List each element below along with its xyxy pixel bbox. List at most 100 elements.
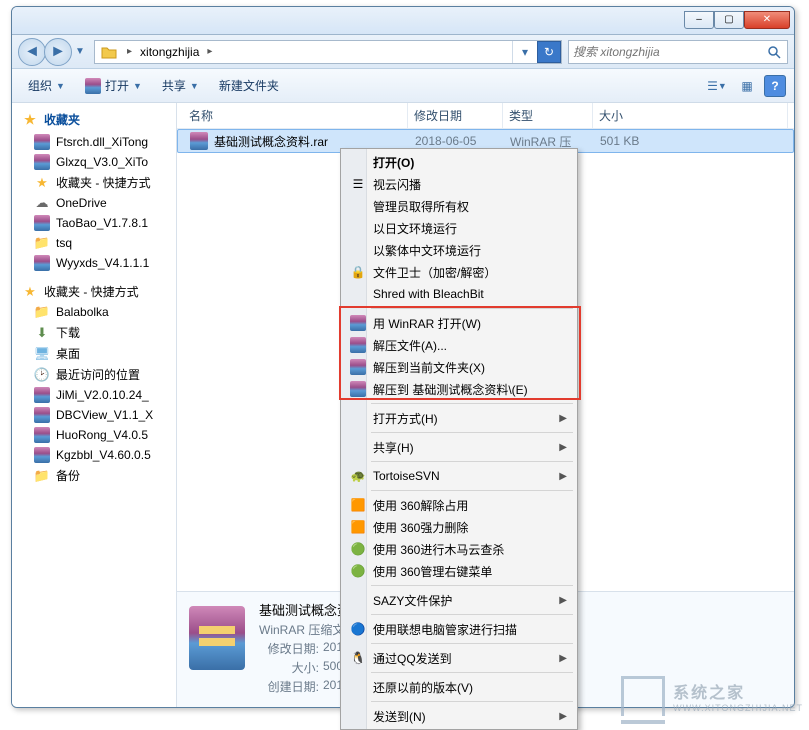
rar-icon [34, 447, 50, 463]
360-icon: 🟢 [349, 562, 367, 580]
ctx-extract-files[interactable]: 解压文件(A)... [343, 334, 575, 356]
sidebar-item[interactable]: 🕑最近访问的位置 [14, 364, 174, 385]
sidebar-item[interactable]: 📁tsq [14, 233, 174, 253]
ctx-sendto[interactable]: 发送到(N)▶ [343, 705, 575, 727]
file-name: 基础测试概念资料.rar [214, 133, 328, 150]
search-icon[interactable] [765, 43, 783, 61]
ctx-share[interactable]: 共享(H)▶ [343, 436, 575, 458]
rar-icon [34, 387, 50, 403]
minimize-button[interactable]: – [684, 11, 714, 29]
submenu-arrow-icon: ▶ [559, 653, 567, 664]
sidebar-item[interactable]: Glxzq_V3.0_XiTo [14, 152, 174, 172]
submenu-arrow-icon: ▶ [559, 471, 567, 482]
360-icon: 🟧 [349, 496, 367, 514]
search-box[interactable] [568, 40, 788, 64]
sidebar-item[interactable]: Ftsrch.dll_XiTong [14, 132, 174, 152]
maximize-button[interactable]: ▢ [714, 11, 744, 29]
ctx-extract-to[interactable]: 解压到 基础测试概念资料\(E) [343, 378, 575, 400]
star-icon: ★ [34, 175, 50, 191]
submenu-arrow-icon: ▶ [559, 595, 567, 606]
ctx-extract-here[interactable]: 解压到当前文件夹(X) [343, 356, 575, 378]
toolbar-organize[interactable]: 组织▼ [20, 73, 73, 98]
chevron-right-icon: ▸ [123, 46, 136, 57]
ctx-restore[interactable]: 还原以前的版本(V) [343, 676, 575, 698]
360-icon: 🟧 [349, 518, 367, 536]
qq-icon: 🐧 [349, 649, 367, 667]
sidebar-item[interactable]: ⬇下载 [14, 322, 174, 343]
ctx-open-with[interactable]: 打开方式(H)▶ [343, 407, 575, 429]
ctx-winrar-open[interactable]: 用 WinRAR 打开(W) [343, 312, 575, 334]
rar-icon [34, 407, 50, 423]
ctx-360-release[interactable]: 🟧使用 360解除占用 [343, 494, 575, 516]
ctx-guard[interactable]: 🔒文件卫士（加密/解密） [343, 261, 575, 283]
ctx-tortoise[interactable]: 🐢TortoiseSVN▶ [343, 465, 575, 487]
context-menu: 打开(O) ☰视云闪播 管理员取得所有权 以日文环境运行 以繁体中文环境运行 🔒… [340, 148, 578, 730]
toolbar-share[interactable]: 共享▼ [154, 73, 207, 98]
nav-back-button[interactable]: ◄ [18, 38, 46, 66]
folder-icon: 📁 [34, 304, 50, 320]
sidebar-item[interactable]: 📁Balabolka [14, 302, 174, 322]
star-icon: ★ [22, 284, 38, 300]
ctx-tw[interactable]: 以繁体中文环境运行 [343, 239, 575, 261]
ctx-shred[interactable]: Shred with BleachBit [343, 283, 575, 305]
rar-icon [34, 255, 50, 271]
help-button[interactable]: ? [764, 75, 786, 97]
breadcrumb[interactable]: ▸ xitongzhijia ▸ ▾ ↻ [94, 40, 562, 64]
column-size[interactable]: 大小 [593, 103, 788, 128]
folder-icon: 📁 [34, 468, 50, 484]
ctx-lenovo[interactable]: 🔵使用联想电脑管家进行扫描 [343, 618, 575, 640]
sidebar-item[interactable]: ☁OneDrive [14, 193, 174, 213]
ctx-open[interactable]: 打开(O) [343, 151, 575, 173]
sidebar-item[interactable]: TaoBao_V1.7.8.1 [14, 213, 174, 233]
ctx-360-trojan[interactable]: 🟢使用 360进行木马云查杀 [343, 538, 575, 560]
search-input[interactable] [573, 45, 765, 59]
nav-history-dropdown[interactable]: ▼ [72, 41, 88, 63]
ctx-360-right[interactable]: 🟢使用 360管理右键菜单 [343, 560, 575, 582]
sidebar-item[interactable]: ★收藏夹 - 快捷方式 [14, 281, 174, 302]
shield-icon: 🔒 [349, 263, 367, 281]
watermark-logo-icon [621, 676, 665, 716]
sidebar-item[interactable]: JiMi_V2.0.10.24_ [14, 385, 174, 405]
ctx-360-force[interactable]: 🟧使用 360强力删除 [343, 516, 575, 538]
toolbar-newfolder[interactable]: 新建文件夹 [211, 73, 287, 98]
ctx-qq[interactable]: 🐧通过QQ发送到▶ [343, 647, 575, 669]
submenu-arrow-icon: ▶ [559, 711, 567, 722]
toolbar: 组织▼ 打开▼ 共享▼ 新建文件夹 ☰ ▼ ▦ ? [12, 69, 794, 103]
folder-icon: 📁 [34, 235, 50, 251]
sidebar-item[interactable]: Wyyxds_V4.1.1.1 [14, 253, 174, 273]
desktop-icon: 🖥 [34, 346, 50, 362]
sidebar-item[interactable]: 📁备份 [14, 465, 174, 486]
rar-icon [34, 134, 50, 150]
file-date: 2018-06-05 [409, 134, 504, 148]
column-type[interactable]: 类型 [503, 103, 593, 128]
ctx-vy[interactable]: ☰视云闪播 [343, 173, 575, 195]
favorites-header[interactable]: ★ 收藏夹 [14, 107, 174, 132]
refresh-button[interactable]: ↻ [537, 41, 561, 63]
rar-icon [34, 154, 50, 170]
column-headers: 名称 修改日期 类型 大小 [177, 103, 794, 129]
ctx-sazy[interactable]: SAZY文件保护▶ [343, 589, 575, 611]
toolbar-open[interactable]: 打开▼ [77, 73, 150, 98]
sidebar-item[interactable]: Kgzbbl_V4.60.0.5 [14, 445, 174, 465]
breadcrumb-dropdown[interactable]: ▾ [513, 41, 537, 63]
submenu-arrow-icon: ▶ [559, 413, 567, 424]
nav-forward-button[interactable]: ► [44, 38, 72, 66]
download-icon: ⬇ [34, 325, 50, 341]
view-options-button[interactable]: ☰ ▼ [704, 75, 730, 97]
sidebar-item[interactable]: ★收藏夹 - 快捷方式 [14, 172, 174, 193]
folder-icon [99, 42, 119, 62]
sidebar-item[interactable]: DBCView_V1.1_X [14, 405, 174, 425]
address-bar: ◄ ► ▼ ▸ xitongzhijia ▸ ▾ ↻ [12, 35, 794, 69]
tortoise-icon: 🐢 [349, 467, 367, 485]
column-name[interactable]: 名称 [183, 103, 408, 128]
sidebar-item[interactable]: 🖥桌面 [14, 343, 174, 364]
breadcrumb-segment[interactable]: xitongzhijia [136, 45, 203, 59]
ctx-jp[interactable]: 以日文环境运行 [343, 217, 575, 239]
app-icon: ☰ [349, 175, 367, 193]
rar-icon [350, 337, 366, 353]
sidebar-item[interactable]: HuoRong_V4.0.5 [14, 425, 174, 445]
preview-pane-button[interactable]: ▦ [734, 75, 760, 97]
column-date[interactable]: 修改日期 [408, 103, 503, 128]
ctx-admin[interactable]: 管理员取得所有权 [343, 195, 575, 217]
close-button[interactable]: ✕ [744, 11, 790, 29]
